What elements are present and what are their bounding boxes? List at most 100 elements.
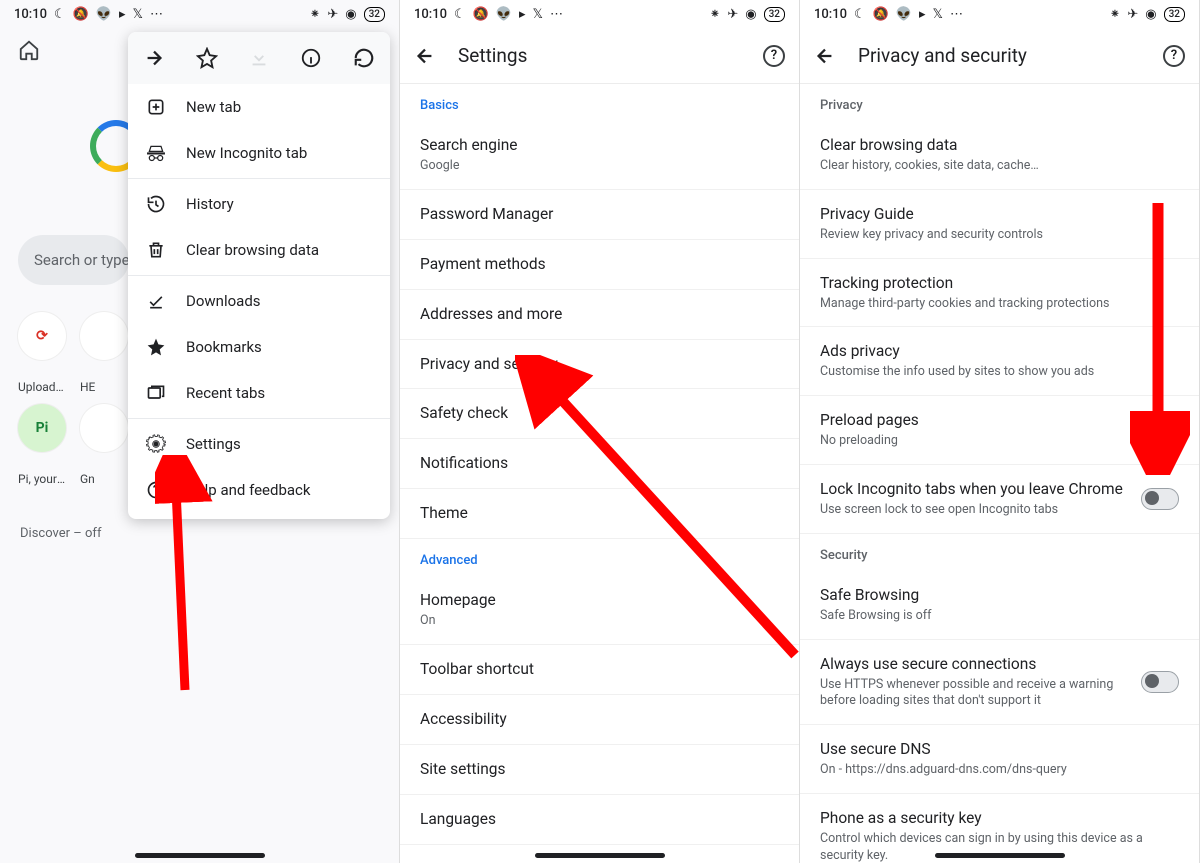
back-icon[interactable] (414, 45, 436, 67)
setting-row[interactable]: Homepage On (400, 576, 799, 645)
setting-subtitle: No preloading (820, 433, 1179, 450)
bluetooth-icon: ⁕ (1109, 7, 1120, 22)
setting-row[interactable]: Search engineGoogle (400, 121, 799, 190)
overflow-menu: New tab New Incognito tab History Clear … (128, 32, 390, 519)
menu-label: History (186, 195, 234, 213)
setting-row[interactable]: Accessibility (400, 695, 799, 745)
back-icon[interactable] (814, 45, 836, 67)
tile-pi[interactable]: Pi (18, 404, 66, 458)
setting-title: Privacy Guide (820, 204, 1179, 225)
menu-label: Settings (186, 435, 241, 453)
setting-row[interactable]: Notifications (400, 439, 799, 489)
tile-he[interactable] (80, 312, 128, 366)
menu-downloads[interactable]: Downloads (128, 278, 390, 324)
setting-title: Clear browsing data (820, 135, 1179, 156)
settings-header: Settings ? (400, 28, 799, 84)
trash-icon (146, 240, 166, 260)
menu-label: Downloads (186, 292, 261, 310)
battery-icon: 32 (364, 7, 385, 22)
setting-row[interactable]: Use secure DNS On - https://dns.adguard-d… (800, 725, 1199, 794)
setting-title: Lock Incognito tabs when you leave Chrom… (820, 479, 1141, 500)
refresh-icon[interactable] (353, 47, 375, 69)
dnd-icon: ☾ (454, 7, 466, 22)
setting-title: Always use secure connections (820, 654, 1141, 675)
setting-subtitle: Use screen lock to see open Incognito ta… (820, 502, 1141, 519)
more-icon: ⋯ (150, 7, 163, 22)
setting-subtitle: Control which devices can sign in by usi… (820, 831, 1179, 863)
setting-subtitle: On - https://dns.adguard-dns.com/dns-que… (820, 762, 1179, 779)
setting-row[interactable]: Always use secure connectionsUse HTTPS w… (800, 640, 1199, 726)
setting-subtitle: Review key privacy and security controls (820, 227, 1179, 244)
menu-history[interactable]: History (128, 181, 390, 227)
panel-chrome-home: 10:10 ☾ 🔕 👽 ▸ 𝕏 ⋯ ⁕ ✈ ◉ 32 Search or typ… (0, 0, 400, 863)
setting-row[interactable]: Safety check (400, 389, 799, 439)
menu-incognito[interactable]: New Incognito tab (128, 130, 390, 176)
reddit-icon: 👽 (96, 7, 112, 22)
setting-row[interactable]: Preload pages No preloading (800, 396, 1199, 465)
setting-row[interactable]: Toolbar shortcut (400, 645, 799, 695)
privacy-list: PrivacyClear browsing dataClear history,… (800, 84, 1199, 863)
status-bar: 10:10 ☾ 🔕 👽 ▸ 𝕏 ⋯ ⁕ ✈ ◉ 32 (400, 0, 799, 28)
setting-row[interactable]: Safe BrowsingSafe Browsing is off (800, 571, 1199, 640)
setting-subtitle: Google (420, 158, 779, 175)
nav-bar (935, 853, 1065, 858)
setting-title: Homepage (420, 590, 779, 611)
status-time: 10:10 (14, 7, 47, 22)
setting-title: Addresses and more (420, 304, 779, 325)
star-icon[interactable] (196, 47, 218, 69)
menu-label: New tab (186, 98, 241, 116)
setting-title: Preload pages (820, 410, 1179, 431)
info-icon[interactable] (300, 47, 322, 69)
setting-row[interactable]: Password Manager (400, 190, 799, 240)
menu-label: Help and feedback (186, 481, 311, 499)
setting-row[interactable]: Addresses and more (400, 290, 799, 340)
play-icon: ▸ (919, 7, 926, 22)
panel-privacy: 10:10 ☾ 🔕 👽 ▸ 𝕏 ⋯ ⁕ ✈ ◉ 32 Privacy and s… (800, 0, 1200, 863)
forward-icon[interactable] (143, 47, 165, 69)
page-title: Settings (458, 44, 741, 67)
setting-subtitle: On (420, 613, 779, 630)
search-input[interactable]: Search or type URL (18, 235, 129, 285)
bluetooth-icon: ⁕ (309, 7, 320, 22)
mute-icon: 🔕 (873, 7, 889, 22)
setting-row[interactable]: Ads privacy Customise the info used by si… (800, 327, 1199, 396)
setting-row[interactable]: Tracking protectionManage third-party co… (800, 259, 1199, 328)
setting-title: Password Manager (420, 204, 779, 225)
privacy-header: Privacy and security ? (800, 28, 1199, 84)
setting-row[interactable]: Privacy and security (400, 340, 799, 390)
help-icon[interactable]: ? (1163, 45, 1185, 67)
setting-row[interactable]: Clear browsing dataClear history, cookie… (800, 121, 1199, 190)
menu-clear-data[interactable]: Clear browsing data (128, 227, 390, 273)
menu-new-tab[interactable]: New tab (128, 84, 390, 130)
status-time: 10:10 (814, 7, 847, 22)
menu-settings[interactable]: Settings (128, 421, 390, 467)
tile-uploading[interactable]: ⟳ (18, 312, 66, 366)
setting-title: Use secure DNS (820, 739, 1179, 760)
setting-row[interactable]: Theme (400, 489, 799, 539)
menu-help[interactable]: Help and feedback (128, 467, 390, 513)
menu-bookmarks[interactable]: Bookmarks (128, 324, 390, 370)
setting-row[interactable]: Site settings (400, 745, 799, 795)
setting-title: Ads privacy (820, 341, 1179, 362)
mute-icon: 🔕 (73, 7, 89, 22)
dnd-icon: ☾ (854, 7, 866, 22)
wifi-icon: ◉ (745, 7, 756, 22)
x-icon: 𝕏 (133, 7, 143, 22)
setting-row[interactable]: Languages (400, 795, 799, 845)
menu-recent-tabs[interactable]: Recent tabs (128, 370, 390, 416)
mute-icon: 🔕 (473, 7, 489, 22)
setting-subtitle: Customise the info used by sites to show… (820, 364, 1179, 381)
menu-label: New Incognito tab (186, 144, 307, 162)
home-icon[interactable] (18, 39, 40, 61)
menu-separator (128, 418, 390, 419)
download-icon (248, 47, 270, 69)
toggle-switch[interactable] (1141, 671, 1179, 693)
setting-row[interactable]: Privacy Guide Review key privacy and secu… (800, 190, 1199, 259)
setting-row[interactable]: Lock Incognito tabs when you leave Chrom… (800, 465, 1199, 534)
discover-status: Discover – off (20, 526, 101, 541)
toggle-switch[interactable] (1141, 488, 1179, 510)
tile-gn[interactable] (80, 404, 128, 458)
airplane-icon: ✈ (727, 7, 738, 22)
setting-row[interactable]: Payment methods (400, 240, 799, 290)
help-icon[interactable]: ? (763, 45, 785, 67)
